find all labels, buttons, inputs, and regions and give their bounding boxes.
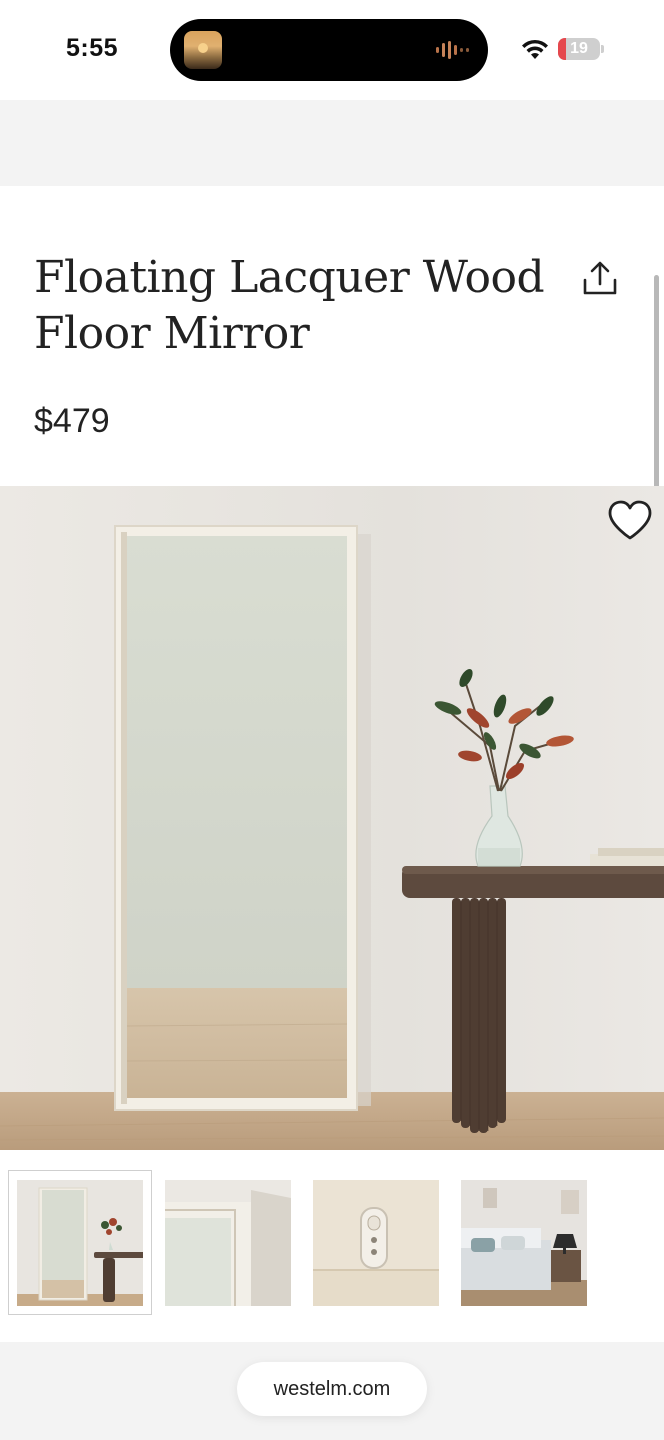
product-main-image[interactable] xyxy=(0,486,664,1150)
heart-icon[interactable] xyxy=(606,498,654,542)
audio-wave-icon xyxy=(436,41,469,59)
thumb-bedroom xyxy=(461,1180,587,1306)
dynamic-island[interactable] xyxy=(170,19,488,81)
wifi-icon xyxy=(522,39,548,59)
scrollbar[interactable] xyxy=(654,275,659,493)
product-title: Floating Lacquer Wood Floor Mirror xyxy=(34,252,545,359)
thumbnail-2[interactable] xyxy=(165,1180,291,1306)
status-bar: 5:55 19 xyxy=(0,0,664,100)
share-icon[interactable] xyxy=(580,260,620,300)
thumbnail-strip xyxy=(0,1168,664,1318)
battery-icon: 19 xyxy=(558,38,600,60)
status-time: 5:55 xyxy=(66,34,119,62)
thumb-mirror-corner xyxy=(165,1180,291,1306)
media-thumbnail-icon[interactable] xyxy=(184,31,222,69)
battery-nub xyxy=(601,45,604,53)
battery-level: 19 xyxy=(570,40,588,57)
header-banner xyxy=(0,100,664,186)
thumb-wall-bracket xyxy=(313,1180,439,1306)
mirror-console-photo xyxy=(0,486,664,1150)
thumbnail-3[interactable] xyxy=(313,1180,439,1306)
product-price: $479 xyxy=(34,402,110,440)
thumbnail-1[interactable] xyxy=(17,1180,143,1306)
thumb-mirror-console xyxy=(17,1180,143,1306)
thumbnail-4[interactable] xyxy=(461,1180,587,1306)
url-bar[interactable]: westelm.com xyxy=(237,1362,427,1416)
